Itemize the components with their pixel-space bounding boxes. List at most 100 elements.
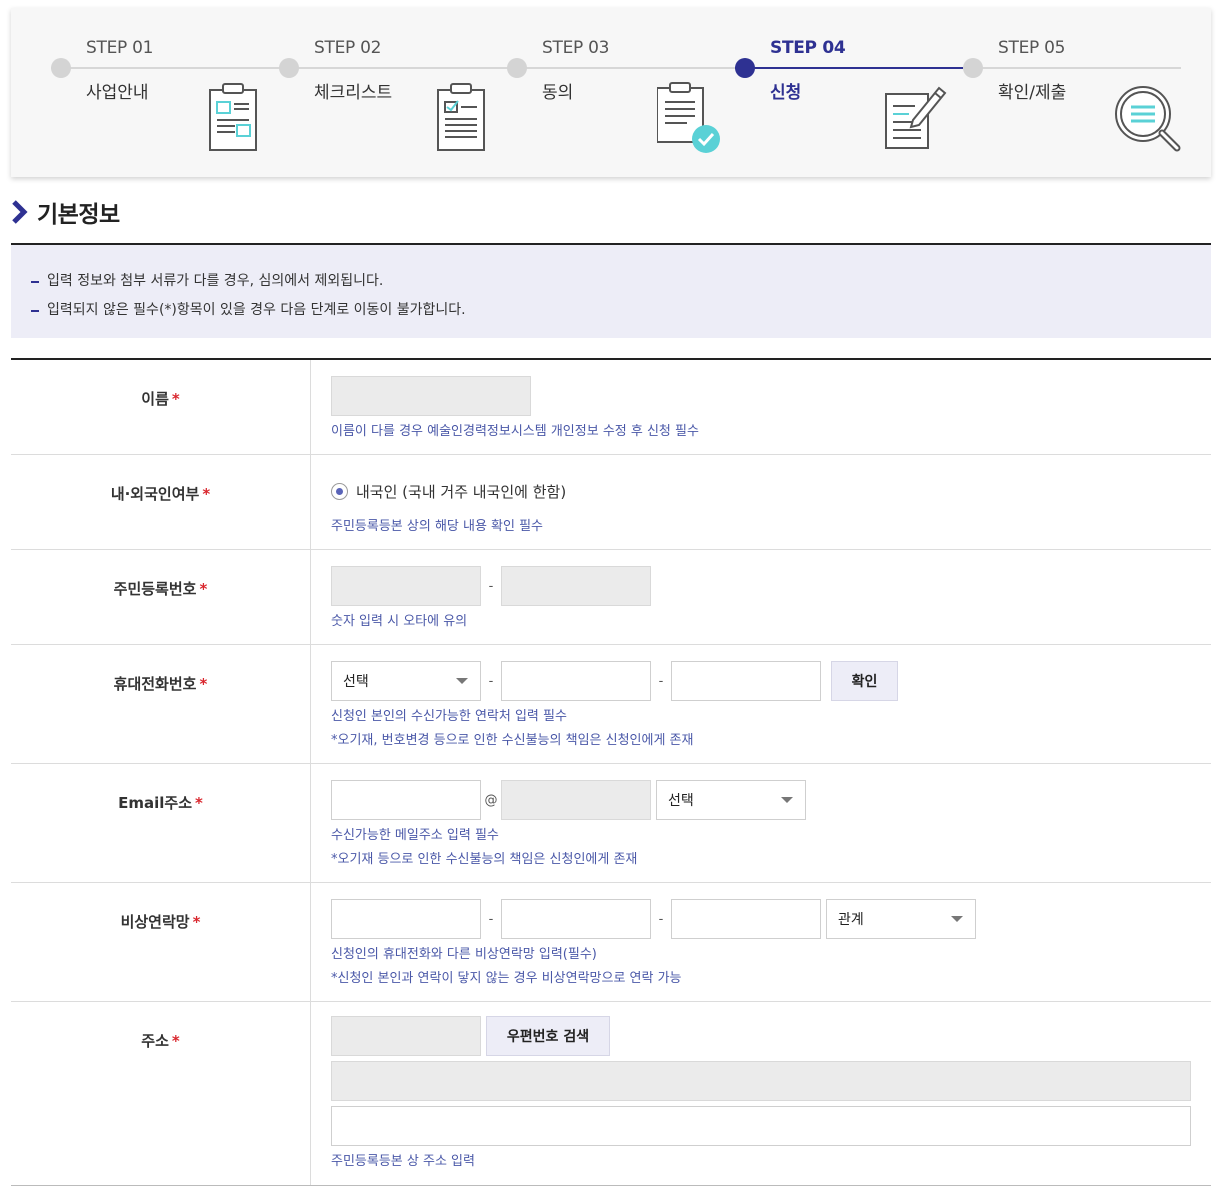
row-emergency: 비상연락망 * - - 관계 신청인의 휴대전화와 다른 비상연락망 입력(필수)… bbox=[11, 883, 1211, 1002]
label-cell: 비상연락망 * bbox=[11, 883, 311, 1001]
separator: - bbox=[658, 673, 664, 689]
required-mark: * bbox=[199, 675, 208, 693]
phone-middle-input[interactable] bbox=[501, 661, 651, 701]
address-hint: 주민등록등본 상 주소 입력 bbox=[331, 1154, 475, 1169]
row-nationality: 내·외국인여부 * 내국인 (국내 거주 내국인에 한함) 주민등록등본 상의 해… bbox=[11, 455, 1211, 550]
email-hint: *오기재 등으로 인한 수신불능의 책임은 신청인에게 존재 bbox=[331, 852, 638, 867]
phone-prefix-select[interactable]: 선택 bbox=[331, 661, 481, 701]
field-cell: 이름이 다를 경우 예술인경력정보시스템 개인정보 수정 후 신청 필수 bbox=[311, 360, 1211, 454]
notice-box: 입력 정보와 첨부 서류가 다를 경우, 심의에서 제외됩니다. 입력되지 않은… bbox=[11, 243, 1211, 338]
resident-no-front-input[interactable] bbox=[331, 566, 481, 606]
caret-down-icon bbox=[781, 797, 793, 803]
phone-last-input[interactable] bbox=[671, 661, 821, 701]
chevron-right-icon bbox=[12, 200, 28, 224]
phone-confirm-button[interactable]: 확인 bbox=[831, 661, 898, 701]
basic-info-form: 이름 * 이름이 다를 경우 예술인경력정보시스템 개인정보 수정 후 신청 필수… bbox=[11, 358, 1211, 1186]
address-detail-input[interactable] bbox=[331, 1106, 1191, 1146]
row-phone: 휴대전화번호 * 선택 - - 확인 신청인 본인의 수신가능한 연락처 입력 필… bbox=[11, 645, 1211, 764]
required-mark: * bbox=[195, 794, 203, 812]
field-cell: - - 관계 신청인의 휴대전화와 다른 비상연락망 입력(필수) *신청인 본… bbox=[311, 883, 1211, 1001]
resident-no-hint: 숫자 입력 시 오타에 유의 bbox=[331, 614, 468, 629]
separator: - bbox=[488, 578, 494, 594]
step-progress: STEP 01 사업안내 STEP 02 체크리스트 STEP 03 동의 ST… bbox=[11, 8, 1211, 177]
step-name: 신청 bbox=[770, 83, 802, 103]
required-mark: * bbox=[202, 485, 211, 503]
select-value: 선택 bbox=[668, 793, 694, 809]
label-cell: 이름 * bbox=[11, 360, 311, 454]
step-dot bbox=[963, 58, 983, 78]
radio-domestic[interactable]: 내국인 (국내 거주 내국인에 한함) bbox=[331, 471, 1191, 511]
label-cell: 주소 * bbox=[11, 1002, 311, 1185]
label-name: 이름 bbox=[141, 390, 169, 408]
section-header: 기본정보 bbox=[11, 196, 120, 228]
email-domain-select[interactable]: 선택 bbox=[656, 780, 806, 820]
emergency-hint: 신청인의 휴대전화와 다른 비상연락망 입력(필수) bbox=[331, 947, 597, 962]
step-1: STEP 01 사업안내 bbox=[21, 8, 257, 177]
label-resident-no: 주민등록번호 bbox=[113, 580, 197, 598]
email-hint: 수신가능한 메일주소 입력 필수 bbox=[331, 828, 499, 843]
relation-select[interactable]: 관계 bbox=[826, 899, 976, 939]
nationality-hint: 주민등록등본 상의 해당 내용 확인 필수 bbox=[331, 519, 544, 534]
caret-down-icon bbox=[456, 678, 468, 684]
required-mark: * bbox=[171, 1032, 180, 1050]
label-address: 주소 bbox=[141, 1032, 169, 1050]
label-email: Email주소 bbox=[118, 794, 193, 812]
label-phone: 휴대전화번호 bbox=[113, 675, 197, 693]
radio-selected-icon[interactable] bbox=[331, 482, 348, 500]
separator: - bbox=[488, 911, 494, 927]
required-mark: * bbox=[199, 580, 208, 598]
field-cell: - 숫자 입력 시 오타에 유의 bbox=[311, 550, 1211, 644]
email-domain-input[interactable] bbox=[501, 780, 651, 820]
step-dot bbox=[735, 58, 755, 78]
emergency-first-input[interactable] bbox=[331, 899, 481, 939]
label-emergency: 비상연락망 bbox=[120, 913, 190, 931]
zipcode-input[interactable] bbox=[331, 1016, 481, 1056]
label-cell: 내·외국인여부 * bbox=[11, 455, 311, 549]
emergency-hint: *신청인 본인과 연락이 닿지 않는 경우 비상연락망으로 연락 가능 bbox=[331, 971, 682, 986]
field-cell: 내국인 (국내 거주 내국인에 한함) 주민등록등본 상의 해당 내용 확인 필… bbox=[311, 455, 1211, 549]
step-number: STEP 01 bbox=[86, 38, 154, 58]
zipcode-search-button[interactable]: 우편번호 검색 bbox=[486, 1016, 610, 1056]
label-cell: 주민등록번호 * bbox=[11, 550, 311, 644]
radio-label: 내국인 (국내 거주 내국인에 한함) bbox=[356, 482, 567, 501]
emergency-middle-input[interactable] bbox=[501, 899, 651, 939]
step-number: STEP 04 bbox=[770, 38, 846, 58]
phone-hint: 신청인 본인의 수신가능한 연락처 입력 필수 bbox=[331, 709, 567, 724]
step-name: 사업안내 bbox=[86, 83, 149, 103]
step-2: STEP 02 체크리스트 bbox=[249, 8, 485, 177]
field-cell: 우편번호 검색 주민등록등본 상 주소 입력 bbox=[311, 1002, 1211, 1185]
name-hint: 이름이 다를 경우 예술인경력정보시스템 개인정보 수정 후 신청 필수 bbox=[331, 424, 699, 439]
row-address: 주소 * 우편번호 검색 주민등록등본 상 주소 입력 bbox=[11, 1002, 1211, 1186]
select-value: 관계 bbox=[838, 912, 864, 928]
step-name: 확인/제출 bbox=[998, 83, 1067, 103]
row-name: 이름 * 이름이 다를 경우 예술인경력정보시스템 개인정보 수정 후 신청 필수 bbox=[11, 360, 1211, 455]
step-number: STEP 05 bbox=[998, 38, 1066, 58]
row-email: Email주소 * @ 선택 수신가능한 메일주소 입력 필수 *오기재 등으로 … bbox=[11, 764, 1211, 883]
emergency-last-input[interactable] bbox=[671, 899, 821, 939]
caret-down-icon bbox=[951, 916, 963, 922]
label-nationality: 내·외국인여부 bbox=[110, 485, 200, 503]
resident-no-back-input[interactable] bbox=[501, 566, 651, 606]
select-value: 선택 bbox=[343, 674, 369, 690]
step-name: 체크리스트 bbox=[314, 83, 393, 103]
phone-hint: *오기재, 번호변경 등으로 인한 수신불능의 책임은 신청인에게 존재 bbox=[331, 733, 694, 748]
field-cell: 선택 - - 확인 신청인 본인의 수신가능한 연락처 입력 필수 *오기재, … bbox=[311, 645, 1211, 763]
step-dot bbox=[507, 58, 527, 78]
row-resident-no: 주민등록번호 * - 숫자 입력 시 오타에 유의 bbox=[11, 550, 1211, 645]
label-cell: Email주소 * bbox=[11, 764, 311, 882]
separator: - bbox=[488, 673, 494, 689]
step-name: 동의 bbox=[542, 83, 574, 103]
separator: - bbox=[658, 911, 664, 927]
name-input[interactable] bbox=[331, 376, 531, 416]
step-3: STEP 03 동의 bbox=[477, 8, 720, 177]
step-dot bbox=[279, 58, 299, 78]
at-sign: @ bbox=[484, 792, 498, 808]
step-number: STEP 03 bbox=[542, 38, 610, 58]
field-cell: @ 선택 수신가능한 메일주소 입력 필수 *오기재 등으로 인한 수신불능의 … bbox=[311, 764, 1211, 882]
address-main-input[interactable] bbox=[331, 1061, 1191, 1101]
required-mark: * bbox=[192, 913, 201, 931]
required-mark: * bbox=[171, 390, 180, 408]
magnifier-icon bbox=[1115, 86, 1181, 152]
step-number: STEP 02 bbox=[314, 38, 382, 58]
email-id-input[interactable] bbox=[331, 780, 481, 820]
